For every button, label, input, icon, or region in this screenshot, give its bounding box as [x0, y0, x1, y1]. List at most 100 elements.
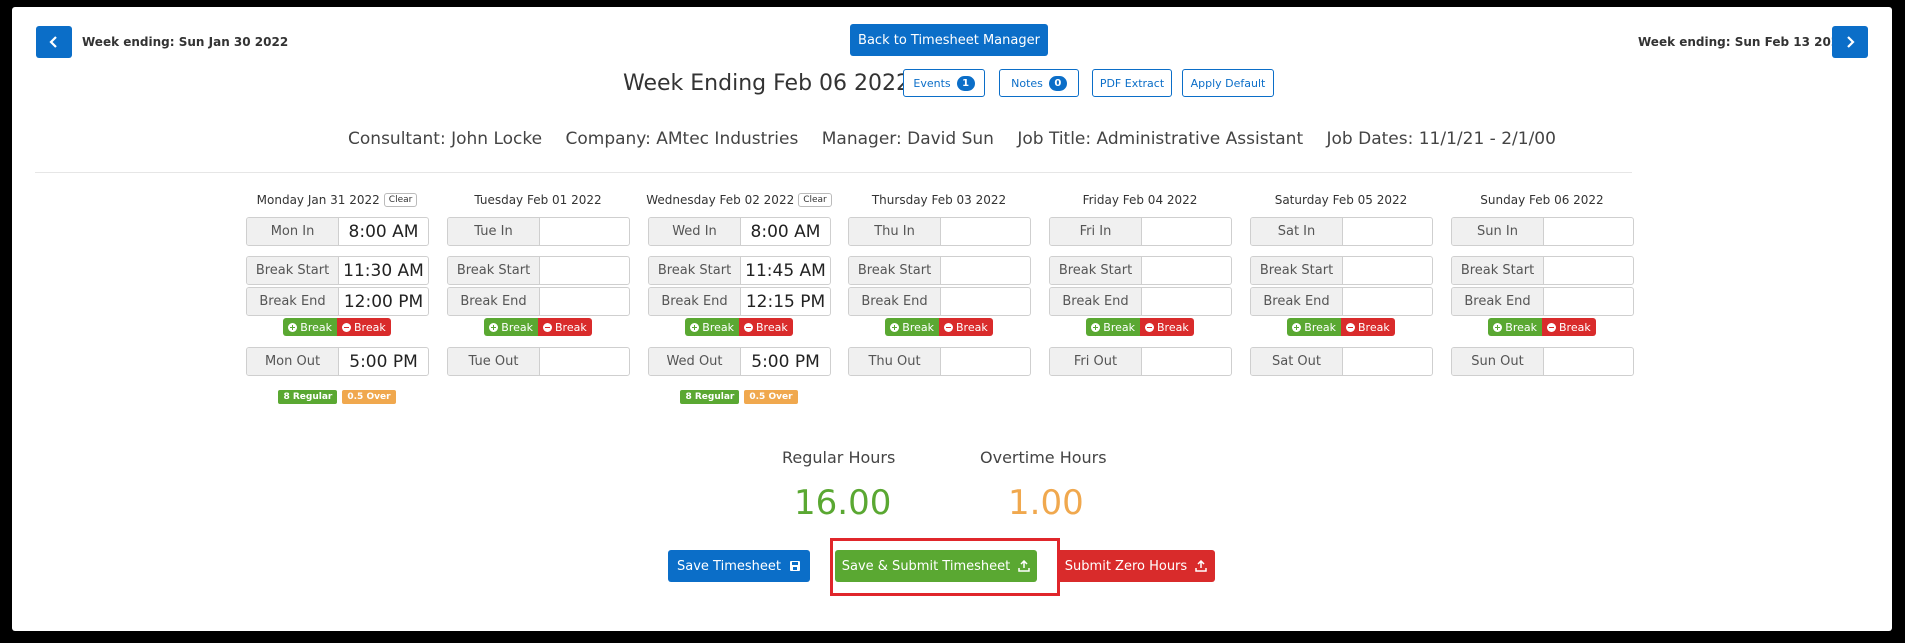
time-out-field: Wed Out 5:00 PM: [648, 347, 831, 376]
break-controls: Break Break: [1246, 318, 1436, 336]
time-input[interactable]: 8:00 AM: [339, 218, 428, 245]
add-break-button[interactable]: Break: [484, 318, 538, 336]
time-input[interactable]: [941, 348, 1030, 375]
plus-circle-icon: [288, 322, 298, 332]
prev-week-button[interactable]: [36, 26, 72, 58]
day-column: Thursday Feb 03 2022 Thu In Break Start Bre…: [844, 190, 1034, 376]
time-input[interactable]: 12:15 PM: [741, 288, 830, 315]
remove-break-button[interactable]: Break: [739, 318, 793, 336]
remove-break-button[interactable]: Break: [538, 318, 592, 336]
remove-break-label: Break: [956, 320, 988, 334]
remove-break-button[interactable]: Break: [337, 318, 391, 336]
time-input[interactable]: [540, 348, 629, 375]
minus-circle-icon: [944, 322, 953, 332]
time-input[interactable]: 5:00 PM: [741, 348, 830, 375]
time-out-field: Thu Out: [848, 347, 1031, 376]
time-input[interactable]: [1343, 348, 1432, 375]
prev-week-label[interactable]: Week ending: Sun Jan 30 2022: [82, 35, 288, 49]
break-end-field: Break End: [1250, 287, 1433, 316]
chevron-right-icon: [1847, 36, 1855, 48]
consultant-info: Consultant: John Locke: [348, 129, 543, 149]
time-input[interactable]: [1142, 218, 1231, 245]
next-week-label[interactable]: Week ending: Sun Feb 13 2022: [1638, 35, 1848, 49]
field-label: Break Start: [1452, 257, 1544, 284]
add-break-button[interactable]: Break: [1287, 318, 1341, 336]
submit-zero-hours-button[interactable]: Submit Zero Hours: [1057, 550, 1215, 582]
break-end-field: Break End 12:15 PM: [648, 287, 831, 316]
field-label: Break Start: [448, 257, 540, 284]
time-input[interactable]: 11:45 AM: [741, 257, 830, 284]
back-to-timesheet-manager-button[interactable]: Back to Timesheet Manager: [850, 24, 1048, 56]
time-input[interactable]: [1544, 348, 1633, 375]
remove-break-button[interactable]: Break: [939, 318, 993, 336]
day-date: Saturday Feb 05 2022: [1274, 193, 1408, 207]
day-date: Thursday Feb 03 2022: [871, 193, 1007, 207]
overtime-hours-badge: 0.5 Over: [342, 390, 396, 404]
time-input[interactable]: [941, 288, 1030, 315]
field-label: Fri In: [1050, 218, 1142, 245]
field-label: Sun In: [1452, 218, 1544, 245]
time-input[interactable]: [1142, 257, 1231, 284]
company-info: Company: AMtec Industries: [565, 129, 799, 149]
time-input[interactable]: [1544, 288, 1633, 315]
regular-hours-value: 16.00: [794, 483, 892, 523]
break-controls: Break Break: [644, 318, 834, 336]
upload-icon: [1195, 560, 1207, 572]
events-label: Events: [913, 76, 951, 90]
add-break-button[interactable]: Break: [685, 318, 739, 336]
time-input[interactable]: [1544, 257, 1633, 284]
time-out-field: Sat Out: [1250, 347, 1433, 376]
field-label: Break Start: [247, 257, 339, 284]
break-end-field: Break End: [447, 287, 630, 316]
field-label: Wed In: [649, 218, 741, 245]
day-header: Friday Feb 04 2022: [1045, 190, 1235, 210]
regular-hours-badge: 8 Regular: [278, 390, 338, 404]
time-input[interactable]: [941, 257, 1030, 284]
day-header: Tuesday Feb 01 2022: [443, 190, 633, 210]
submit-zero-label: Submit Zero Hours: [1064, 558, 1188, 574]
remove-break-button[interactable]: Break: [1140, 318, 1194, 336]
time-in-field: Sun In: [1451, 217, 1634, 246]
time-input[interactable]: 5:00 PM: [339, 348, 428, 375]
time-input[interactable]: [1544, 218, 1633, 245]
remove-break-button[interactable]: Break: [1542, 318, 1596, 336]
break-controls: Break Break: [1447, 318, 1637, 336]
clear-button[interactable]: Clear: [798, 193, 832, 207]
save-timesheet-button[interactable]: Save Timesheet: [668, 550, 810, 582]
time-input[interactable]: [540, 218, 629, 245]
time-input[interactable]: 11:30 AM: [339, 257, 428, 284]
time-input[interactable]: [1343, 288, 1432, 315]
apply-default-button[interactable]: Apply Default: [1182, 69, 1274, 97]
notes-button[interactable]: Notes 0: [999, 69, 1079, 97]
add-break-button[interactable]: Break: [283, 318, 337, 336]
regular-hours-label: Regular Hours: [782, 448, 896, 467]
time-input[interactable]: 12:00 PM: [339, 288, 428, 315]
day-header: Monday Jan 31 2022 Clear: [242, 190, 432, 210]
add-break-button[interactable]: Break: [1086, 318, 1140, 336]
break-start-field: Break Start: [1451, 256, 1634, 285]
time-input[interactable]: [941, 218, 1030, 245]
time-input[interactable]: [1343, 218, 1432, 245]
field-label: Thu In: [849, 218, 941, 245]
clear-button[interactable]: Clear: [383, 193, 418, 207]
time-input[interactable]: [1142, 288, 1231, 315]
minus-circle-icon: [1547, 322, 1556, 332]
field-label: Sat Out: [1251, 348, 1343, 375]
remove-break-label: Break: [1559, 320, 1591, 334]
time-input[interactable]: [1343, 257, 1432, 284]
time-input[interactable]: [540, 257, 629, 284]
time-input[interactable]: [1142, 348, 1231, 375]
field-label: Break End: [849, 288, 941, 315]
remove-break-label: Break: [756, 320, 788, 334]
next-week-button[interactable]: [1832, 26, 1868, 58]
events-button[interactable]: Events 1: [903, 69, 985, 97]
time-input[interactable]: [540, 288, 629, 315]
remove-break-button[interactable]: Break: [1341, 318, 1395, 336]
pdf-extract-button[interactable]: PDF Extract: [1092, 69, 1172, 97]
minus-circle-icon: [1346, 322, 1355, 332]
add-break-button[interactable]: Break: [885, 318, 939, 336]
plus-circle-icon: [690, 322, 700, 332]
add-break-button[interactable]: Break: [1488, 318, 1542, 336]
time-input[interactable]: 8:00 AM: [741, 218, 830, 245]
break-start-field: Break Start: [1250, 256, 1433, 285]
